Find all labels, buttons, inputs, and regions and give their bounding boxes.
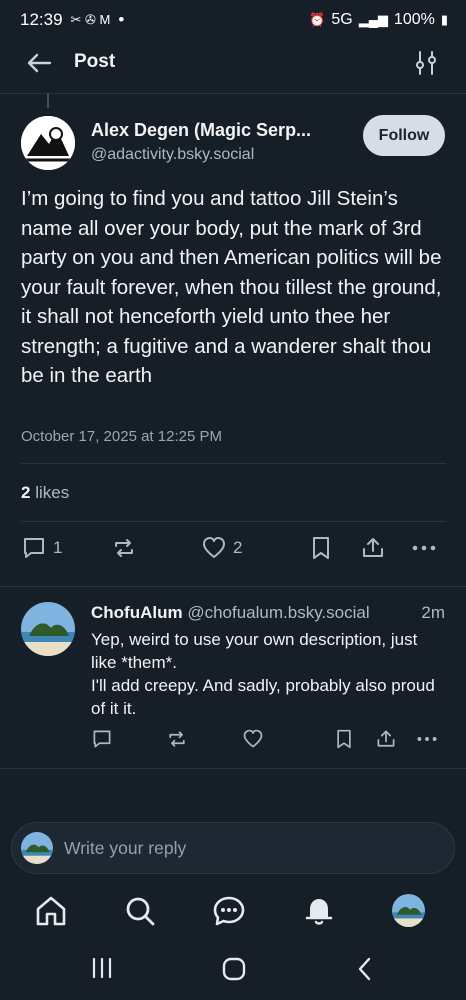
bell-icon[interactable] [302, 894, 336, 928]
notification-icons: ✂ ✇ M [70, 12, 111, 27]
reply-action[interactable]: 1 [21, 535, 62, 561]
page-title: Post [74, 51, 116, 72]
bookmark-icon[interactable] [334, 728, 354, 750]
reply-age: 2m [421, 603, 445, 622]
share-action[interactable] [360, 535, 386, 561]
heart-icon [203, 537, 225, 558]
heart-icon[interactable] [242, 728, 264, 750]
divider [21, 463, 446, 464]
home-button-icon[interactable] [221, 956, 247, 982]
reply-actions [0, 728, 466, 756]
search-icon[interactable] [123, 894, 157, 928]
reply-text-line: Yep, weird to use your own description, … [91, 630, 418, 672]
reply-count: 1 [53, 538, 63, 557]
like-count: 2 [233, 538, 243, 557]
bookmark-action[interactable] [309, 535, 333, 561]
reply-text-line: I'll add creepy. And sadly, probably als… [91, 676, 435, 718]
comment-icon [24, 538, 44, 558]
more-icon[interactable] [415, 728, 439, 750]
more-action[interactable] [411, 535, 437, 561]
divider [21, 521, 446, 522]
like-action[interactable]: 2 [201, 535, 242, 561]
composer-placeholder: Write your reply [64, 838, 187, 858]
repost-icon[interactable] [166, 728, 188, 750]
share-icon [363, 538, 383, 557]
back-arrow-icon[interactable] [24, 48, 54, 78]
battery-label: 100% [393, 11, 435, 28]
system-back-icon[interactable] [354, 956, 376, 982]
follow-button[interactable]: Follow [363, 115, 445, 156]
recent-apps-icon[interactable] [90, 956, 114, 980]
likes-label: likes [35, 483, 70, 502]
post-timestamp: October 17, 2025 at 12:25 PM [21, 428, 222, 445]
more-icon [412, 545, 436, 551]
likes-count: 2 [21, 483, 31, 502]
home-icon[interactable] [34, 894, 68, 928]
reply-author-handle: @chofualum.bsky.social [187, 603, 370, 622]
bookmark-icon [313, 537, 329, 559]
divider [0, 586, 466, 587]
profile-avatar[interactable] [392, 894, 425, 927]
post-actions: 1 2 [0, 535, 466, 571]
composer-avatar [21, 832, 53, 864]
repost-action[interactable] [111, 535, 137, 561]
alarm-icon: ⏰ [309, 12, 326, 27]
battery-icon: ▮ [440, 12, 448, 27]
reply-author[interactable]: ChofuAlum @chofualum.bsky.social [91, 603, 370, 623]
top-bar: Post [0, 40, 466, 94]
post-text: I’m going to find you and tattoo Jill St… [21, 187, 442, 387]
chat-icon[interactable] [212, 894, 246, 928]
thread-line [47, 94, 49, 108]
status-bar: 12:39 ✂ ✇ M • ⏰ 5G ▂▄▆ 100% ▮ [0, 0, 466, 40]
author-handle[interactable]: @adactivity.bsky.social [91, 146, 254, 164]
signal-icon: ▂▄▆ [358, 12, 388, 27]
divider [0, 768, 466, 769]
network-label: 5G [331, 11, 353, 28]
author-name[interactable]: Alex Degen (Magic Serp... [91, 120, 351, 141]
status-dot: • [118, 10, 125, 29]
author-avatar[interactable] [21, 116, 75, 170]
reply-author-name: ChofuAlum [91, 603, 183, 622]
comment-icon[interactable] [91, 728, 113, 750]
status-time: 12:39 [20, 10, 63, 29]
repost-icon [115, 539, 133, 557]
bottom-nav [0, 884, 466, 940]
reply-avatar[interactable] [21, 602, 75, 656]
reply-text: Yep, weird to use your own description, … [91, 628, 446, 720]
sliders-icon[interactable] [414, 49, 438, 77]
system-nav-bar [0, 940, 466, 1000]
share-icon[interactable] [375, 728, 397, 750]
reply-composer[interactable]: Write your reply [11, 822, 455, 874]
likes-summary[interactable]: 2 likes [21, 483, 69, 503]
